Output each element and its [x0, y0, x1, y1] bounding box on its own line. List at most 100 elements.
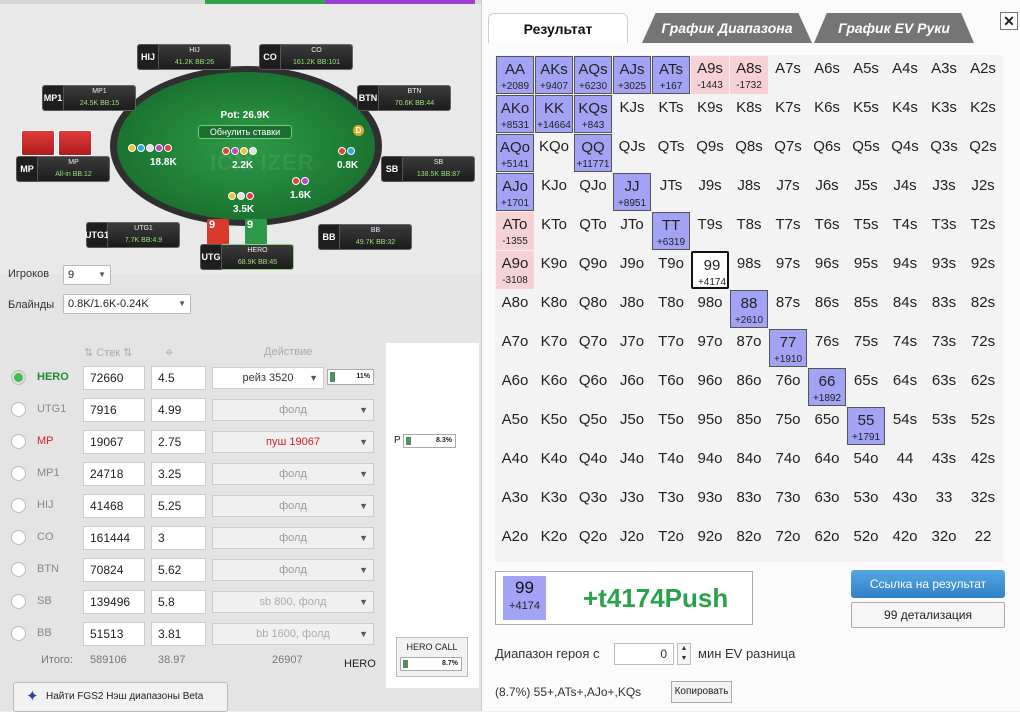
hand-cell[interactable]: A8s -1732: [730, 56, 768, 94]
hand-cell[interactable]: T3o: [652, 485, 690, 523]
hand-cell[interactable]: J8s: [730, 173, 768, 211]
action-select[interactable]: фолд ▼: [212, 463, 374, 485]
hand-cell[interactable]: 88 +2610: [730, 290, 768, 328]
hand-cell[interactable]: QJs: [613, 134, 651, 172]
hand-cell[interactable]: 84o: [730, 446, 768, 484]
hand-cell[interactable]: JJ +8951: [613, 173, 651, 211]
hand-cell[interactable]: Q9s: [691, 134, 729, 172]
hand-cell[interactable]: 54s: [886, 407, 924, 445]
hand-cell[interactable]: T6s: [808, 212, 846, 250]
hand-cell[interactable]: KQs +843: [574, 95, 612, 133]
hand-cell[interactable]: Q3o: [574, 485, 612, 523]
hand-cell[interactable]: A6o: [496, 368, 534, 406]
hand-cell[interactable]: Q7o: [574, 329, 612, 367]
hand-cell[interactable]: K4s: [886, 95, 924, 133]
stack-input[interactable]: 7916: [83, 398, 145, 422]
hand-cell[interactable]: A4o: [496, 446, 534, 484]
hand-cell[interactable]: K4o: [535, 446, 573, 484]
hand-cell[interactable]: Q4o: [574, 446, 612, 484]
stack-input[interactable]: 24718: [83, 462, 145, 486]
action-select[interactable]: фолд ▼: [212, 495, 374, 517]
bb-input[interactable]: 2.75: [151, 430, 206, 454]
hand-cell[interactable]: 75s: [847, 329, 885, 367]
hand-cell[interactable]: K5s: [847, 95, 885, 133]
hand-cell[interactable]: Q8o: [574, 290, 612, 328]
hand-cell[interactable]: 87o: [730, 329, 768, 367]
hand-cell[interactable]: 64s: [886, 368, 924, 406]
hand-cell[interactable]: J3o: [613, 485, 651, 523]
hand-cell[interactable]: K3s: [925, 95, 963, 133]
players-count-select[interactable]: 9 ▼: [63, 265, 111, 285]
hand-cell[interactable]: 65s: [847, 368, 885, 406]
hand-cell[interactable]: J7s: [769, 173, 807, 211]
hand-cell[interactable]: 44: [886, 446, 924, 484]
hand-cell[interactable]: 52o: [847, 524, 885, 562]
hand-cell[interactable]: AA +2089: [496, 56, 534, 94]
hand-cell[interactable]: 86o: [730, 368, 768, 406]
seat-mp[interactable]: MP MP All-in BB:12: [16, 156, 110, 182]
hand-cell[interactable]: 76o: [769, 368, 807, 406]
player-radio[interactable]: [11, 594, 26, 609]
hand-cell[interactable]: A3s: [925, 56, 963, 94]
hand-cell[interactable]: 42s: [964, 446, 1002, 484]
hand-cell[interactable]: 98s: [730, 251, 768, 289]
hand-cell[interactable]: 42o: [886, 524, 924, 562]
hand-cell[interactable]: 43o: [886, 485, 924, 523]
hand-cell[interactable]: A9s -1443: [691, 56, 729, 94]
hand-cell[interactable]: T7o: [652, 329, 690, 367]
spinner-icon[interactable]: ▲ ▼: [677, 643, 691, 665]
hand-cell[interactable]: 73s: [925, 329, 963, 367]
crosshair-icon[interactable]: ⌖: [165, 344, 173, 361]
hero-radio[interactable]: [11, 370, 26, 385]
hand-cell[interactable]: J9o: [613, 251, 651, 289]
hand-cell[interactable]: K7s: [769, 95, 807, 133]
seat-sb[interactable]: SB SB 138.5K BB:87: [381, 156, 475, 182]
hand-cell[interactable]: KQo: [535, 134, 573, 172]
hand-cell[interactable]: 85o: [730, 407, 768, 445]
hand-cell[interactable]: 32o: [925, 524, 963, 562]
bb-input[interactable]: 3.81: [151, 622, 206, 646]
hand-cell[interactable]: KJo: [535, 173, 573, 211]
hand-cell[interactable]: AKo +8531: [496, 95, 534, 133]
hand-cell[interactable]: 62o: [808, 524, 846, 562]
hand-cell[interactable]: 66 +1892: [808, 368, 846, 406]
blinds-select[interactable]: 0.8K/1.6K-0.24K ▼: [63, 294, 191, 314]
hand-cell[interactable]: Q2o: [574, 524, 612, 562]
hand-cell[interactable]: 98o: [691, 290, 729, 328]
close-icon[interactable]: ✕: [1000, 12, 1018, 30]
hand-cell[interactable]: T7s: [769, 212, 807, 250]
hand-cell[interactable]: 87s: [769, 290, 807, 328]
hand-cell[interactable]: A5o: [496, 407, 534, 445]
player-radio[interactable]: [11, 562, 26, 577]
hand-cell[interactable]: QQ +11771: [574, 134, 612, 172]
hand-cell[interactable]: 43s: [925, 446, 963, 484]
hand-cell[interactable]: 95o: [691, 407, 729, 445]
hand-cell[interactable]: AJo +1701: [496, 173, 534, 211]
hand-cell[interactable]: KTs: [652, 95, 690, 133]
hand-cell[interactable]: T8s: [730, 212, 768, 250]
seat-co[interactable]: CO CO 161.2K BB:101: [259, 44, 353, 70]
hand-cell[interactable]: 32s: [964, 485, 1002, 523]
hand-cell[interactable]: K6o: [535, 368, 573, 406]
hand-cell[interactable]: KK +14664: [535, 95, 573, 133]
hand-cell[interactable]: J4s: [886, 173, 924, 211]
hand-cell[interactable]: K3o: [535, 485, 573, 523]
hand-cell[interactable]: T4s: [886, 212, 924, 250]
hand-cell[interactable]: J5s: [847, 173, 885, 211]
seat-hij[interactable]: HIJ HIJ 41.2K BB:26: [137, 44, 231, 70]
hand-cell[interactable]: J4o: [613, 446, 651, 484]
hand-cell[interactable]: AQo +5141: [496, 134, 534, 172]
hand-cell[interactable]: K5o: [535, 407, 573, 445]
hand-cell[interactable]: 74s: [886, 329, 924, 367]
hand-cell[interactable]: 97o: [691, 329, 729, 367]
seat-btn[interactable]: BTN BTN 70.6K BB:44: [357, 85, 451, 111]
hand-cell[interactable]: JTo: [613, 212, 651, 250]
hand-cell[interactable]: A4s: [886, 56, 924, 94]
hand-cell[interactable]: J9s: [691, 173, 729, 211]
hand-cell[interactable]: QTo: [574, 212, 612, 250]
hand-cell[interactable]: 74o: [769, 446, 807, 484]
hand-cell[interactable]: 77 +1910: [769, 329, 807, 367]
hand-cell[interactable]: T3s: [925, 212, 963, 250]
hand-cell[interactable]: 63s: [925, 368, 963, 406]
hand-cell[interactable]: ATs +167: [652, 56, 690, 94]
